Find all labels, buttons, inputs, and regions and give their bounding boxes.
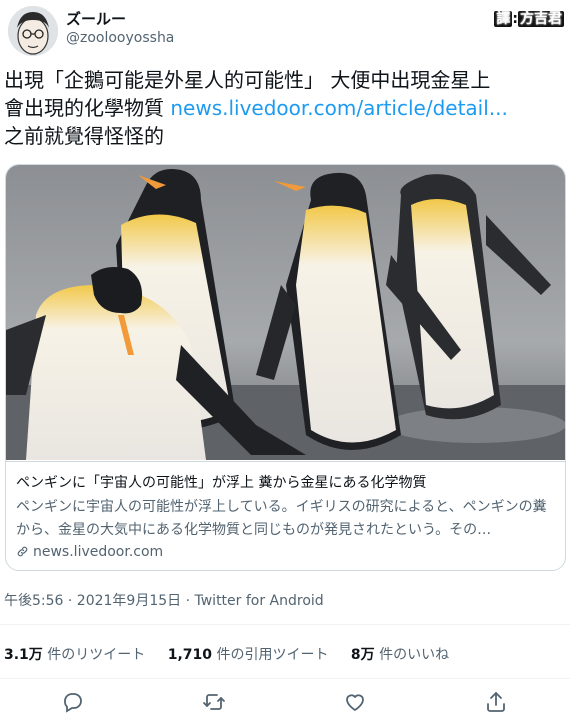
tweet-timestamp[interactable]: 午後5:56 · 2021年9月15日 · Twitter for Androi… (4, 590, 324, 610)
link-card[interactable]: ペンギンに「宇宙人の可能性」が浮上 糞から金星にある化学物質 ペンギンに宇宙人の… (5, 164, 566, 571)
retweet-icon (203, 694, 225, 710)
tweet-header: ズールー @zoolooyossha 譯: 方吉君 (0, 0, 570, 62)
divider (0, 678, 570, 679)
card-image-penguins[interactable] (6, 165, 565, 460)
retweets-stat[interactable]: 3.1万 件のリツイート (4, 644, 145, 664)
card-domain[interactable]: news.livedoor.com (16, 544, 163, 560)
like-button[interactable] (343, 690, 367, 714)
divider (0, 624, 570, 625)
reply-button[interactable] (61, 690, 85, 714)
like-icon (346, 694, 364, 711)
quotes-stat[interactable]: 1,710 件の引用ツイート (168, 644, 329, 664)
card-description: ペンギンに宇宙人の可能性が浮上している。イギリスの研究によると、ペンギンの糞から… (16, 499, 547, 538)
card-title[interactable]: ペンギンに「宇宙人の可能性」が浮上 糞から金星にある化学物質 (16, 472, 426, 492)
reply-icon (64, 693, 82, 713)
action-bar (0, 686, 570, 718)
likes-count: 8万 (350, 647, 375, 663)
engagement-stats: 3.1万 件のリツイート 1,710 件の引用ツイート 8万 件のいいね (4, 644, 467, 664)
tweet-text: 出現「企鵝可能是外星人的可能性」 大便中出現金星上 會出現的化學物質 news.l… (4, 66, 566, 150)
link-icon (17, 546, 28, 557)
quotes-count: 1,710 (167, 647, 213, 663)
likes-label: 件のいいね (374, 647, 450, 663)
translator-tag: 譯: 方吉君 (494, 11, 564, 27)
translator-prefix: 譯 (494, 11, 513, 27)
tweet-link[interactable]: news.livedoor.com/article/detail... (170, 96, 508, 120)
likes-stat[interactable]: 8万 件のいいね (351, 644, 449, 664)
retweets-label: 件のリツイート (42, 647, 146, 663)
tweet-line-2: 會出現的化學物質 (4, 96, 171, 120)
tweet-line-1: 出現「企鵝可能是外星人的可能性」 大便中出現金星上 (4, 68, 491, 92)
display-name[interactable]: ズールー (66, 8, 126, 29)
card-domain-text: news.livedoor.com (33, 544, 164, 560)
translator-name: 方吉君 (518, 11, 564, 27)
retweets-count: 3.1万 (4, 647, 43, 663)
share-icon (487, 692, 505, 712)
card-body[interactable]: ペンギンに「宇宙人の可能性」が浮上 糞から金星にある化学物質 ペンギンに宇宙人の… (6, 461, 565, 560)
retweet-button[interactable] (202, 690, 226, 714)
share-button[interactable] (484, 690, 508, 714)
tweet-line-3: 之前就覺得怪怪的 (4, 124, 164, 148)
quotes-label: 件の引用ツイート (212, 647, 329, 663)
user-handle[interactable]: @zoolooyossha (66, 30, 174, 46)
avatar[interactable] (8, 6, 58, 56)
